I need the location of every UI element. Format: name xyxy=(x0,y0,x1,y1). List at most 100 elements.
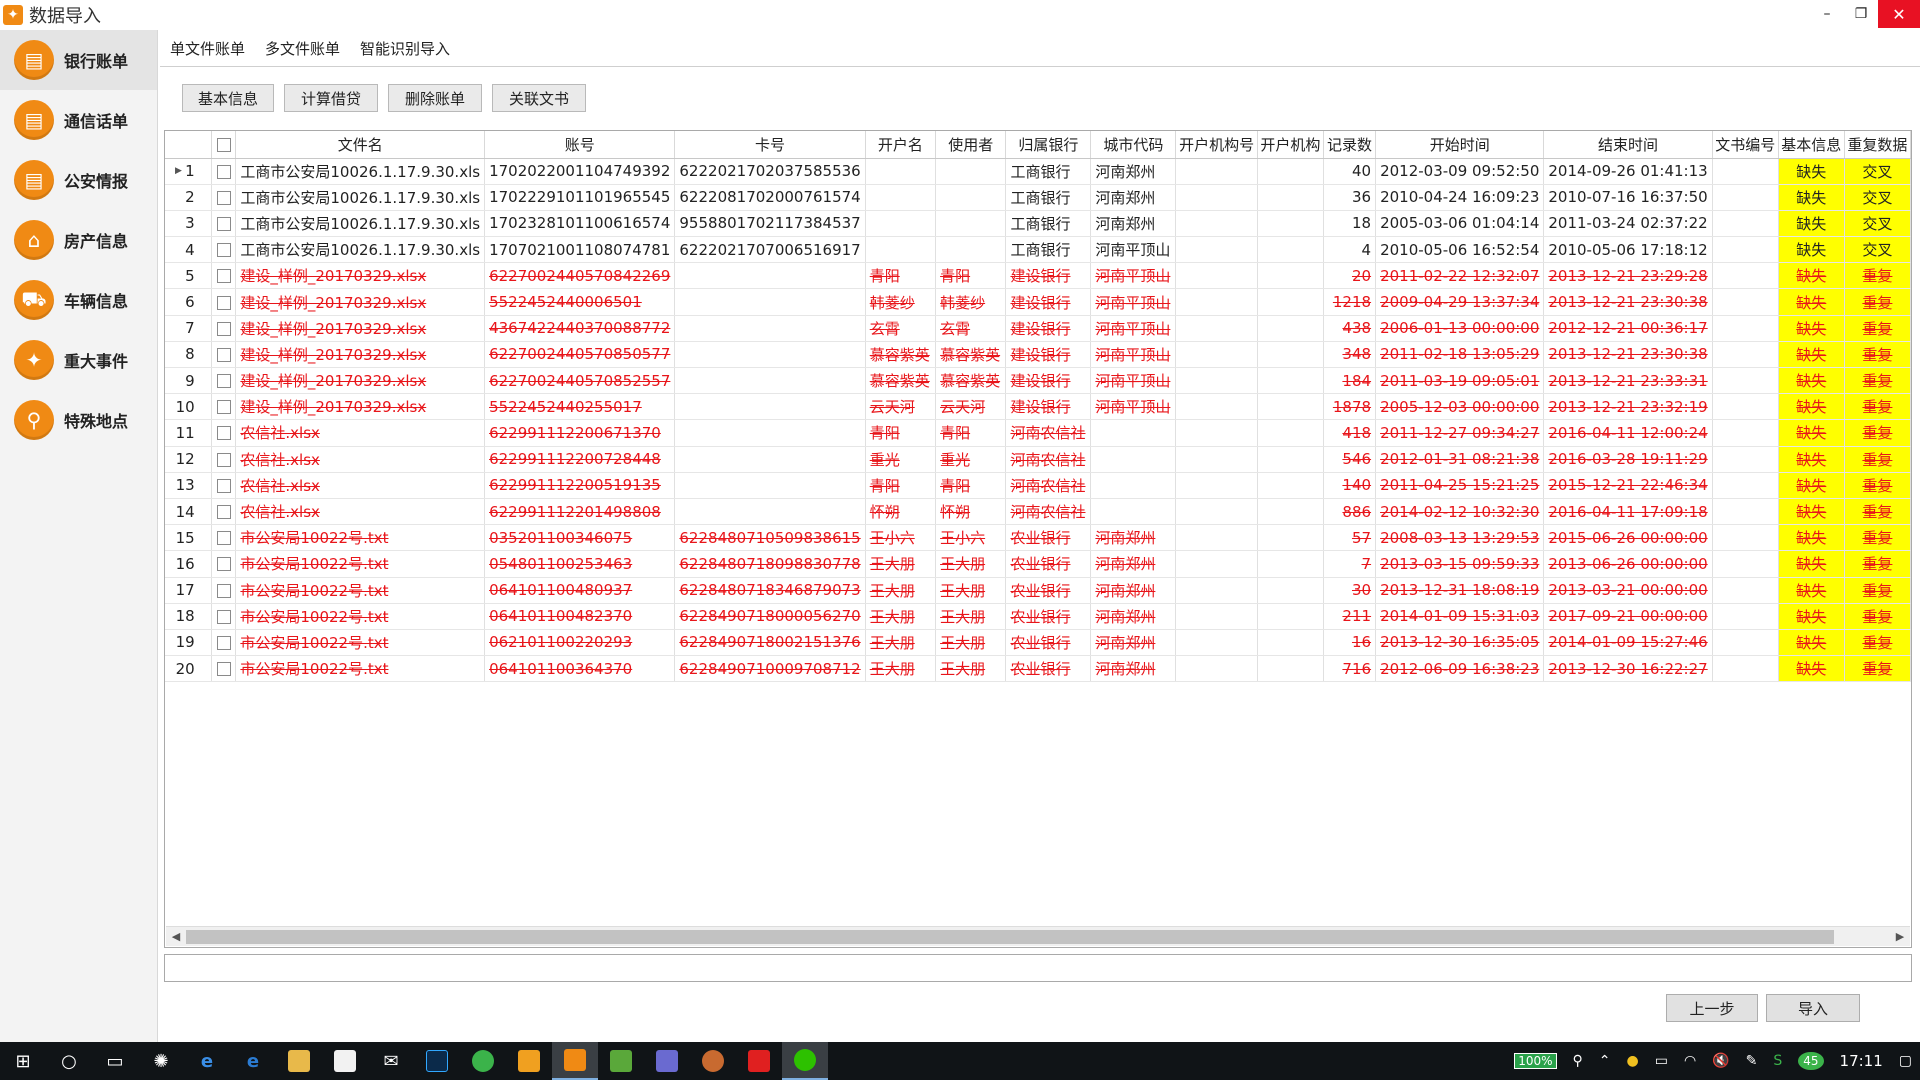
wechat-icon[interactable] xyxy=(782,1042,828,1080)
row-checkbox[interactable] xyxy=(211,262,237,290)
row-number[interactable]: 3 xyxy=(165,210,212,238)
close-button[interactable]: ✕ xyxy=(1878,0,1920,28)
row-number[interactable]: 19 xyxy=(165,629,212,657)
delete-bill-button[interactable]: 删除账单 xyxy=(388,84,482,112)
row-checkbox[interactable] xyxy=(211,603,237,630)
scroll-thumb[interactable] xyxy=(186,930,1834,944)
table-row[interactable]: 13 农信社.xlsx 622991112200519135 青阳 青阳 河南农信社 140… xyxy=(165,472,1911,499)
ie-browser-icon[interactable]: e xyxy=(184,1042,230,1080)
tab-single-file[interactable]: 单文件账单 xyxy=(160,34,256,66)
scroll-left-icon[interactable]: ◀ xyxy=(168,929,184,945)
restore-button[interactable]: ❐ xyxy=(1844,0,1878,28)
row-checkbox[interactable] xyxy=(211,393,237,421)
row-number[interactable]: 9 xyxy=(165,367,212,395)
search-circle-icon[interactable]: ○ xyxy=(46,1042,92,1080)
row-number[interactable]: 15 xyxy=(165,524,212,552)
wifi-icon[interactable]: ◠ xyxy=(1684,1053,1696,1069)
table-row[interactable]: 2 工商市公安局10026.1.17.9.30.xls 17022291011019… xyxy=(165,184,1911,211)
row-number[interactable]: 6 xyxy=(165,288,212,316)
table-row[interactable]: 4 工商市公安局10026.1.17.9.30.xls 17070210011080… xyxy=(165,236,1911,264)
sidebar-item-4[interactable]: ⛟ 车辆信息 xyxy=(0,270,157,330)
table-row[interactable]: 18 市公安局10022号.txt 064101100482370 622849071… xyxy=(165,603,1911,630)
people-icon[interactable]: ⚲ xyxy=(1573,1053,1583,1069)
tray-app-icon[interactable]: ● xyxy=(1627,1053,1639,1069)
table-row[interactable]: 17 市公安局10022号.txt 064101100480937 622848071… xyxy=(165,577,1911,604)
row-checkbox[interactable] xyxy=(211,419,237,447)
tray-s-icon[interactable]: S xyxy=(1773,1053,1782,1069)
col-org[interactable]: 开户机构 xyxy=(1257,131,1324,159)
row-checkbox[interactable] xyxy=(211,315,237,342)
pen-icon[interactable]: ✎ xyxy=(1746,1053,1758,1069)
table-row[interactable]: 7 建设_样例_20170329.xlsx 4367422440370088772 玄… xyxy=(165,315,1911,342)
select-all-checkbox[interactable] xyxy=(211,131,237,159)
task-view-icon[interactable]: ▭ xyxy=(92,1042,138,1080)
row-checkbox[interactable] xyxy=(211,210,237,238)
row-checkbox[interactable] xyxy=(211,236,237,264)
row-number[interactable]: 5 xyxy=(165,262,212,290)
green-app-icon[interactable] xyxy=(460,1042,506,1080)
row-number[interactable]: 10 xyxy=(165,393,212,421)
basic-info-button[interactable]: 基本信息 xyxy=(182,84,274,112)
orange-app-icon[interactable] xyxy=(506,1042,552,1080)
chart-app-icon[interactable] xyxy=(690,1042,736,1080)
col-city-code[interactable]: 城市代码 xyxy=(1090,131,1177,159)
chevron-up-icon[interactable]: ⌃ xyxy=(1599,1053,1611,1069)
row-number[interactable]: 17 xyxy=(165,577,212,604)
row-number[interactable]: 18 xyxy=(165,603,212,630)
battery-icon[interactable]: ▭ xyxy=(1655,1053,1668,1069)
clock[interactable]: 17:11 xyxy=(1840,1052,1883,1070)
import-button[interactable]: 导入 xyxy=(1766,994,1860,1022)
row-number[interactable]: 14 xyxy=(165,498,212,526)
row-checkbox[interactable] xyxy=(211,288,237,316)
row-checkbox[interactable] xyxy=(211,472,237,499)
sidebar-item-3[interactable]: ⌂ 房产信息 xyxy=(0,210,157,270)
col-file-name[interactable]: 文件名 xyxy=(235,131,486,159)
col-user[interactable]: 使用者 xyxy=(935,131,1007,159)
col-account[interactable]: 账号 xyxy=(484,131,676,159)
col-record-count[interactable]: 记录数 xyxy=(1323,131,1377,159)
app-swirl-icon[interactable]: ✺ xyxy=(138,1042,184,1080)
row-checkbox[interactable] xyxy=(211,550,237,578)
grid-app-icon[interactable] xyxy=(644,1042,690,1080)
sidebar-item-5[interactable]: ✦ 重大事件 xyxy=(0,330,157,390)
calc-loan-button[interactable]: 计算借贷 xyxy=(284,84,378,112)
notification-badge[interactable]: 45 xyxy=(1798,1052,1824,1070)
row-number[interactable]: 12 xyxy=(165,446,212,473)
table-row[interactable]: 10 建设_样例_20170329.xlsx 5522452440255017 云天河… xyxy=(165,393,1911,421)
row-checkbox[interactable] xyxy=(211,655,237,683)
col-duplicate[interactable]: 重复数据 xyxy=(1844,131,1911,159)
col-start-time[interactable]: 开始时间 xyxy=(1375,131,1545,159)
row-number[interactable]: 7 xyxy=(165,315,212,342)
edge-browser-icon[interactable]: e xyxy=(230,1042,276,1080)
minimize-button[interactable]: – xyxy=(1810,0,1844,28)
prev-step-button[interactable]: 上一步 xyxy=(1666,994,1758,1022)
row-checkbox[interactable] xyxy=(211,341,237,369)
row-number[interactable]: 11 xyxy=(165,419,212,447)
row-checkbox[interactable] xyxy=(211,498,237,526)
row-number[interactable]: 4 xyxy=(165,236,212,264)
sidebar-item-2[interactable]: ▤ 公安情报 xyxy=(0,150,157,210)
related-doc-button[interactable]: 关联文书 xyxy=(492,84,586,112)
row-checkbox[interactable] xyxy=(211,158,237,185)
table-row[interactable]: 16 市公安局10022号.txt 054801100253463 622848071… xyxy=(165,550,1911,578)
row-checkbox[interactable] xyxy=(211,524,237,552)
col-basic-info[interactable]: 基本信息 xyxy=(1778,131,1845,159)
battery-indicator[interactable]: 100% xyxy=(1514,1053,1557,1069)
horizontal-scrollbar[interactable]: ◀ ▶ xyxy=(166,926,1910,946)
row-number[interactable]: 13 xyxy=(165,472,212,499)
col-end-time[interactable]: 结束时间 xyxy=(1543,131,1713,159)
table-row[interactable]: 14 农信社.xlsx 622991112201498808 怀朔 怀朔 河南农信社 886… xyxy=(165,498,1911,526)
table-row[interactable]: 20 市公安局10022号.txt 064101100364370 622849071… xyxy=(165,655,1911,683)
windows-start-icon[interactable]: ⊞ xyxy=(0,1042,46,1080)
row-checkbox[interactable] xyxy=(211,629,237,657)
table-row[interactable]: ▶ 1 工商市公安局10026.1.17.9.30.xls 1702022001104… xyxy=(165,158,1911,185)
table-row[interactable]: 9 建设_样例_20170329.xlsx 6227002440570852557 慕… xyxy=(165,367,1911,395)
sidebar-item-6[interactable]: ⚲ 特殊地点 xyxy=(0,390,157,450)
volume-muted-icon[interactable]: 🔇 xyxy=(1712,1053,1729,1069)
col-bank[interactable]: 归属银行 xyxy=(1005,131,1092,159)
row-checkbox[interactable] xyxy=(211,577,237,604)
col-owner[interactable]: 开户名 xyxy=(865,131,937,159)
sidebar-item-1[interactable]: ▤ 通信话单 xyxy=(0,90,157,150)
tab-smart-import[interactable]: 智能识别导入 xyxy=(350,34,460,66)
row-number[interactable]: ▶ 1 xyxy=(165,158,212,185)
